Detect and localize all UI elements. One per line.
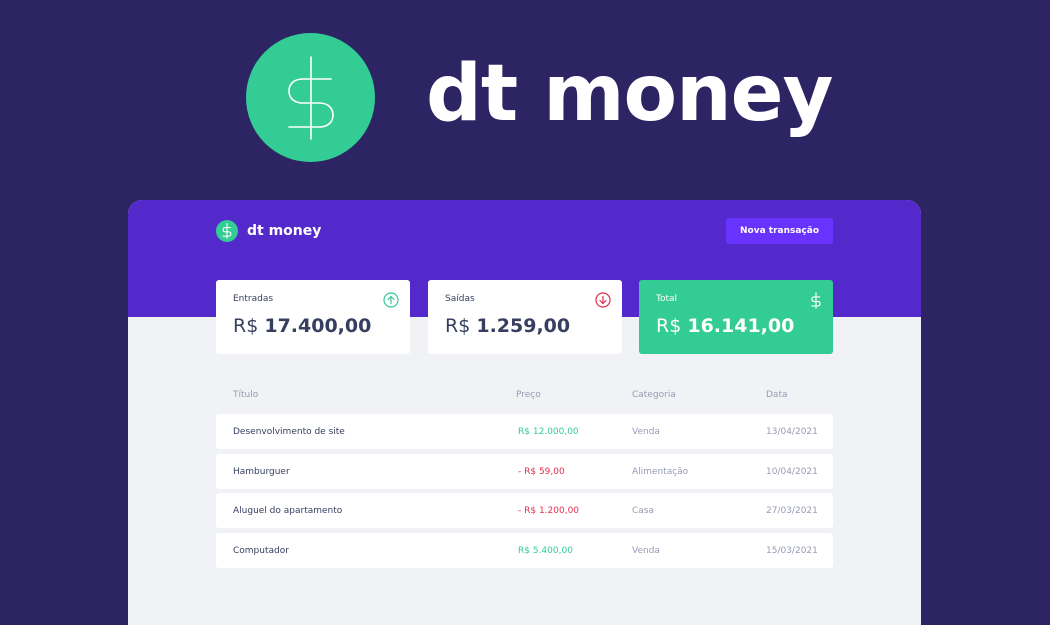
row-title: Hamburguer	[233, 467, 290, 477]
row-category: Casa	[632, 506, 655, 516]
income-label: Entradas	[233, 294, 274, 304]
row-price: - R$ 59,00	[518, 467, 565, 477]
dollar-icon	[811, 292, 821, 309]
arrow-down-circle-icon	[595, 292, 611, 308]
header-price: Preço	[516, 390, 541, 400]
row-title: Aluguel do apartamento	[233, 506, 343, 516]
outcome-card: Saídas R$ 1.259,00	[428, 280, 622, 354]
total-card: Total R$ 16.141,00	[639, 280, 833, 354]
header-date: Data	[766, 390, 788, 400]
outcome-value: R$ 1.259,00	[445, 315, 605, 337]
row-title: Computador	[233, 546, 289, 556]
header-category: Categoria	[632, 390, 676, 400]
income-currency: R$	[233, 315, 259, 337]
income-amount: 17.400,00	[264, 315, 372, 337]
row-price: - R$ 1.200,00	[518, 506, 580, 516]
row-category: Venda	[632, 427, 660, 437]
total-label: Total	[656, 294, 678, 304]
row-price: R$ 5.400,00	[518, 546, 573, 556]
table-row[interactable]: Computador R$ 5.400,00 Venda 15/03/2021	[216, 533, 833, 568]
row-price: R$ 12.000,00	[518, 427, 579, 437]
brand-name: dt money	[247, 223, 322, 239]
header-title: Título	[233, 390, 259, 400]
total-amount: 16.141,00	[687, 315, 795, 337]
hero-logo	[246, 33, 375, 162]
row-category: Venda	[632, 546, 660, 556]
row-date: 15/03/2021	[766, 546, 818, 556]
new-transaction-button[interactable]: Nova transação	[726, 218, 833, 244]
income-value: R$ 17.400,00	[233, 315, 393, 337]
table-row[interactable]: Desenvolvimento de site R$ 12.000,00 Ven…	[216, 414, 833, 449]
brand-logo	[216, 220, 238, 242]
brand: dt money	[216, 220, 321, 242]
row-title: Desenvolvimento de site	[233, 427, 345, 437]
row-category: Alimentação	[632, 467, 689, 477]
row-date: 13/04/2021	[766, 427, 818, 437]
outcome-currency: R$	[445, 315, 471, 337]
row-date: 10/04/2021	[766, 467, 818, 477]
total-currency: R$	[656, 315, 682, 337]
total-value: R$ 16.141,00	[656, 315, 816, 337]
dollar-icon	[222, 223, 232, 239]
outcome-amount: 1.259,00	[476, 315, 571, 337]
table-row[interactable]: Aluguel do apartamento - R$ 1.200,00 Cas…	[216, 493, 833, 528]
row-date: 27/03/2021	[766, 506, 818, 516]
outcome-label: Saídas	[445, 294, 475, 304]
dollar-icon	[287, 55, 334, 140]
income-card: Entradas R$ 17.400,00	[216, 280, 410, 354]
app-window: dt money Nova transação Entradas R$ 17.4…	[128, 200, 921, 625]
hero-title: dt money	[426, 49, 833, 139]
table-row[interactable]: Hamburguer - R$ 59,00 Alimentação 10/04/…	[216, 454, 833, 489]
arrow-up-circle-icon	[383, 292, 399, 308]
